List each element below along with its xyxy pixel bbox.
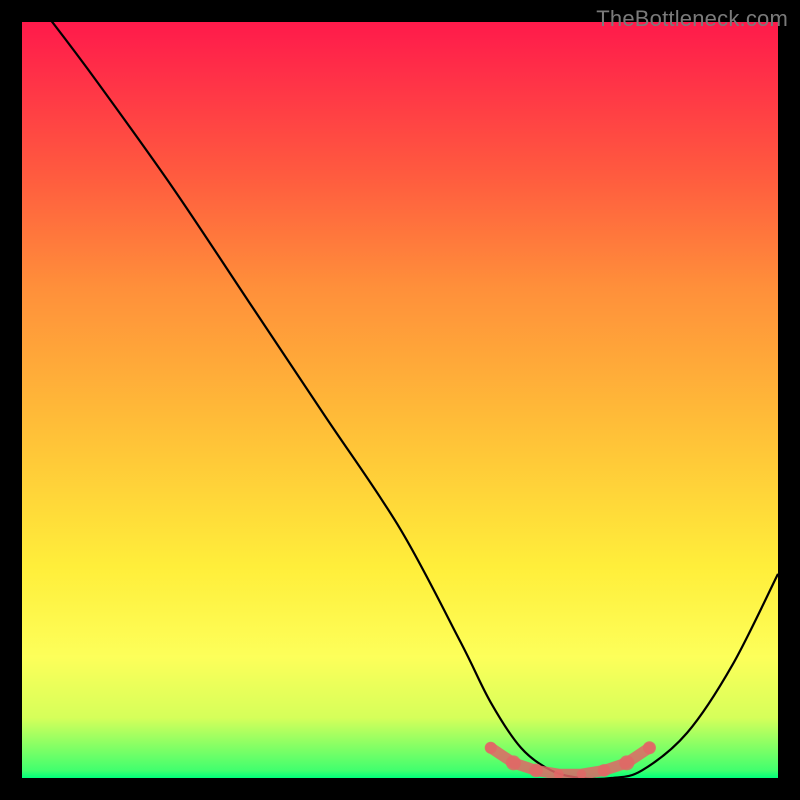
optimal-zone-dot — [529, 764, 543, 778]
optimal-zone-dot — [485, 742, 497, 754]
optimal-zone-dot — [643, 741, 656, 754]
curve-layer — [22, 22, 778, 778]
optimal-zone-dot — [619, 755, 634, 770]
chart-container: TheBottleneck.com — [0, 0, 800, 800]
plot-area — [22, 22, 778, 778]
optimal-zone-dot — [506, 755, 521, 770]
watermark-text: TheBottleneck.com — [596, 6, 788, 32]
optimal-zone-dot — [598, 764, 611, 777]
bottleneck-curve — [22, 22, 778, 778]
